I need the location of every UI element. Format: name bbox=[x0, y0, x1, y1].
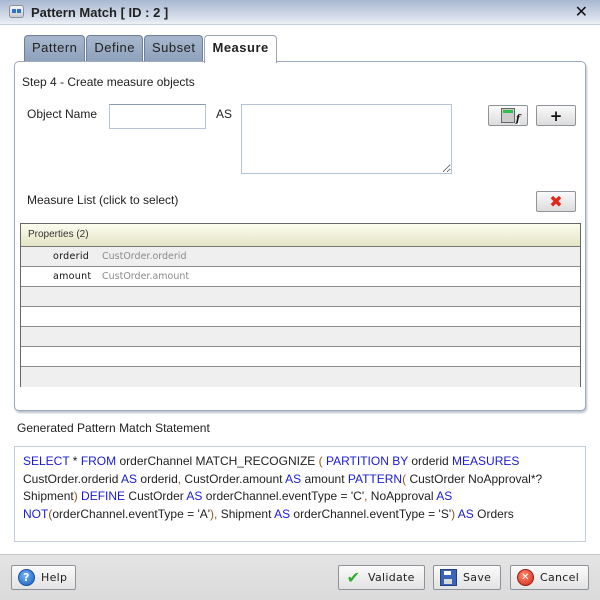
window-title: Pattern Match [ ID : 2 ] bbox=[31, 5, 169, 20]
sql-keyword: AS bbox=[285, 471, 302, 486]
step-title: Step 4 - Create measure objects bbox=[22, 75, 195, 89]
sql-keyword: AS bbox=[121, 471, 138, 486]
tab-measure[interactable]: Measure bbox=[204, 35, 277, 63]
sql-text: CustOrder bbox=[125, 489, 187, 503]
validate-button[interactable]: ✔ Validate bbox=[338, 565, 425, 590]
delete-x-icon: ✖ bbox=[549, 191, 563, 211]
sql-punctuation: ( bbox=[318, 454, 326, 468]
floppy-disk-icon bbox=[440, 569, 457, 586]
sql-keyword: AS bbox=[186, 489, 203, 503]
save-label: Save bbox=[463, 571, 492, 584]
plus-icon: + bbox=[549, 106, 563, 125]
sql-keyword: NOT bbox=[23, 506, 49, 521]
sql-keyword: PARTITION BY bbox=[325, 454, 409, 468]
sql-text: orderChannel.eventType = 'A' bbox=[52, 506, 211, 521]
sql-text: orderChannel MATCH_RECOGNIZE bbox=[116, 454, 319, 468]
sql-text: CustOrder.amount bbox=[181, 471, 286, 486]
table-body: orderid CustOrder.orderid amount CustOrd… bbox=[21, 247, 580, 387]
empty-table-row bbox=[21, 327, 580, 347]
measure-name: amount bbox=[53, 271, 92, 282]
cancel-label: Cancel bbox=[540, 571, 580, 584]
tab-define[interactable]: Define bbox=[86, 35, 143, 62]
validate-label: Validate bbox=[368, 571, 415, 584]
sql-keyword: AS bbox=[457, 506, 474, 521]
table-header[interactable]: Properties (2) bbox=[21, 224, 580, 247]
table-row[interactable]: amount CustOrder.amount bbox=[21, 267, 580, 287]
generated-statement: SELECT * FROM orderChannel MATCH_RECOGNI… bbox=[14, 446, 586, 542]
add-measure-button[interactable]: + bbox=[536, 105, 576, 126]
table-row[interactable]: orderid CustOrder.orderid bbox=[21, 247, 580, 267]
sql-text: CustOrder.orderid bbox=[23, 471, 122, 486]
sql-keyword: AS bbox=[436, 489, 453, 503]
help-label: Help bbox=[41, 571, 68, 584]
sql-text: Shipment bbox=[217, 506, 275, 521]
calculator-fx-icon: f bbox=[501, 108, 520, 125]
help-button[interactable]: ? Help bbox=[11, 565, 76, 590]
checkmark-icon: ✔ bbox=[346, 568, 361, 587]
empty-table-row bbox=[21, 287, 580, 307]
delete-measure-button[interactable]: ✖ bbox=[536, 191, 576, 212]
tab-bar: Pattern Define Subset Measure bbox=[24, 35, 278, 63]
empty-table-row bbox=[21, 347, 580, 367]
object-name-input[interactable] bbox=[109, 104, 206, 129]
cancel-button[interactable]: ✕ Cancel bbox=[510, 565, 589, 590]
measure-name: orderid bbox=[53, 251, 90, 262]
sql-text: NoApproval bbox=[367, 489, 437, 503]
pattern-match-icon bbox=[9, 5, 24, 18]
empty-table-row bbox=[21, 307, 580, 327]
save-button[interactable]: Save bbox=[433, 565, 501, 590]
sql-text: Orders bbox=[473, 506, 514, 521]
sql-text: orderChannel.eventType = 'C' bbox=[202, 489, 365, 503]
as-label: AS bbox=[216, 107, 233, 121]
sql-keyword: DEFINE bbox=[81, 489, 126, 503]
cancel-x-icon: ✕ bbox=[517, 569, 534, 586]
measure-list-label: Measure List (click to select) bbox=[27, 193, 179, 207]
measure-expression: CustOrder.amount bbox=[102, 271, 190, 282]
sql-text: orderChannel.eventType = 'S' bbox=[290, 506, 452, 521]
sql-keyword: FROM bbox=[80, 454, 117, 468]
sql-text: amount bbox=[301, 471, 348, 486]
help-icon: ? bbox=[18, 569, 35, 586]
tab-subset[interactable]: Subset bbox=[144, 35, 204, 62]
title-bar: Pattern Match [ ID : 2 ] ✕ bbox=[0, 0, 600, 25]
sql-keyword: AS bbox=[274, 506, 291, 521]
sql-keyword: PATTERN bbox=[347, 471, 403, 486]
empty-table-row bbox=[21, 367, 580, 387]
close-button[interactable]: ✕ bbox=[575, 3, 588, 21]
sql-text: orderid bbox=[408, 454, 453, 468]
expression-builder-button[interactable]: f bbox=[488, 105, 528, 126]
measure-panel: Step 4 - Create measure objects Object N… bbox=[14, 61, 586, 411]
dialog-footer: ? Help ✔ Validate Save ✕ Cancel bbox=[0, 554, 600, 600]
sql-keyword: MEASURES bbox=[452, 454, 520, 468]
object-name-label: Object Name bbox=[27, 107, 98, 121]
measure-list-table: Properties (2) orderid CustOrder.orderid… bbox=[20, 223, 581, 387]
as-expression-textarea[interactable] bbox=[241, 104, 452, 174]
sql-text: orderid bbox=[137, 471, 178, 486]
sql-keyword: SELECT bbox=[23, 454, 70, 468]
measure-expression: CustOrder.orderid bbox=[102, 251, 187, 262]
generated-statement-label: Generated Pattern Match Statement bbox=[17, 421, 210, 435]
sql-text: * bbox=[69, 454, 81, 468]
tab-pattern[interactable]: Pattern bbox=[24, 35, 86, 62]
